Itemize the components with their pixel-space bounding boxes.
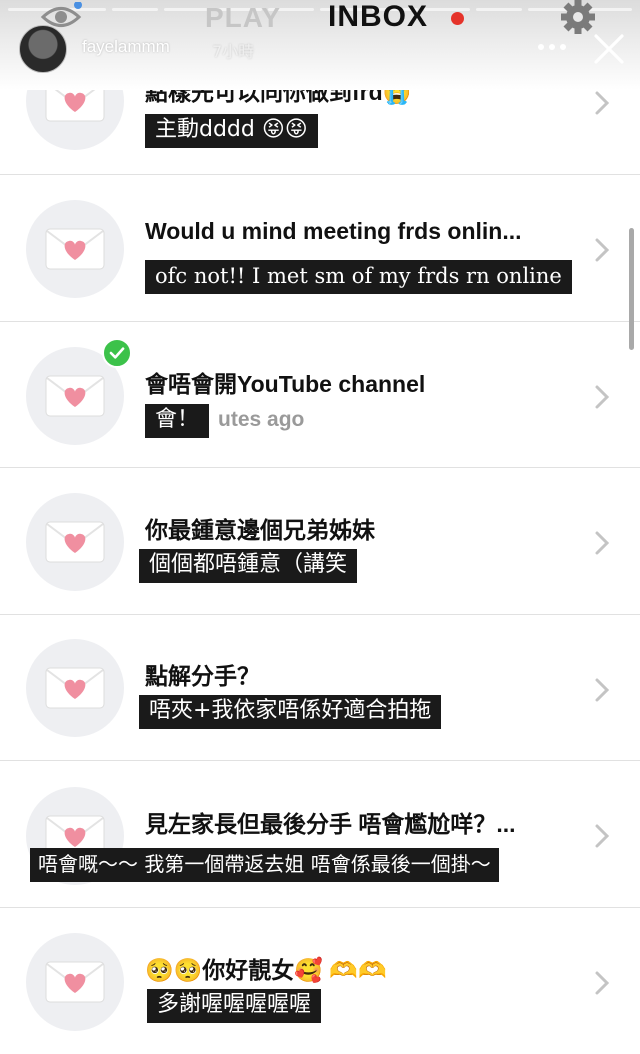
envelope-avatar <box>26 933 124 1031</box>
envelope-avatar <box>26 639 124 737</box>
inbox-item[interactable]: Would u mind meeting frds onlin... ofc n… <box>0 175 640 321</box>
envelope-heart-icon <box>45 521 105 563</box>
tab-inbox[interactable]: INBOX <box>328 0 428 34</box>
envelope-avatar <box>26 493 124 591</box>
check-icon <box>102 338 132 368</box>
question-text: 見左家長但最後分手 唔會尷尬咩？... <box>145 811 516 837</box>
story-progress-bar <box>8 8 632 12</box>
more-icon[interactable] <box>536 40 568 54</box>
answer-text: 個個都唔鍾意（講笑 <box>139 549 358 583</box>
answer-text: 唔夾+我依家唔係好適合拍拖 <box>139 695 442 729</box>
question-text: Would u mind meeting frds onlin... <box>145 218 522 244</box>
answer-text: 唔會嘅～～ 我第一個帶返去姐 唔會係最後一個掛～ <box>30 848 499 882</box>
chevron-right-icon <box>595 971 610 995</box>
envelope-heart-icon <box>45 228 105 270</box>
inbox-item[interactable]: 點解分手？ 唔夾+我依家唔係好適合拍拖 <box>0 615 640 761</box>
chevron-right-icon <box>595 531 610 555</box>
question-text: 你最鍾意邊個兄弟姊妹 <box>145 517 375 543</box>
question-text: 🥺🥺你好靚女🥰 🫶🫶 <box>145 957 387 983</box>
inbox-item[interactable]: 你最鍾意邊個兄弟姊妹 個個都唔鍾意（講笑 <box>0 468 640 614</box>
chevron-right-icon <box>595 238 610 262</box>
answer-text: 會！ <box>145 404 210 438</box>
envelope-avatar <box>26 200 124 298</box>
answer-text: 主動dddd 😝😝 <box>145 114 318 148</box>
chevron-right-icon <box>595 824 610 848</box>
story-header: PLAY INBOX fayelammm 7小時 <box>0 0 640 90</box>
notification-dot <box>451 12 464 25</box>
post-time: 7小時 <box>212 42 255 61</box>
chevron-right-icon <box>595 385 610 409</box>
inbox-item[interactable]: 🥺🥺你好靚女🥰 🫶🫶 多謝喔喔喔喔喔 <box>0 908 640 1054</box>
inbox-item[interactable]: 見左家長但最後分手 唔會尷尬咩？... 唔會嘅～～ 我第一個帶返去姐 唔會係最後… <box>0 761 640 907</box>
inbox-item[interactable]: 會唔會開YouTube channel 會！ utes ago <box>0 322 640 468</box>
answer-text: 多謝喔喔喔喔喔 <box>147 989 322 1023</box>
time-ago-text: utes ago <box>218 408 305 431</box>
envelope-heart-icon <box>45 961 105 1003</box>
avatar[interactable] <box>19 25 67 73</box>
tab-play[interactable]: PLAY <box>205 2 281 34</box>
question-text: 點解分手？ <box>145 663 260 689</box>
answer-text: ofc not!! I met sm of my frds rn online <box>145 260 572 294</box>
question-text: 會唔會開YouTube channel <box>145 371 426 397</box>
scrollbar[interactable] <box>629 228 634 350</box>
username[interactable]: fayelammm <box>82 37 170 57</box>
envelope-heart-icon <box>45 375 105 417</box>
close-icon[interactable] <box>590 30 628 68</box>
envelope-heart-icon <box>45 667 105 709</box>
chevron-right-icon <box>595 91 610 115</box>
chevron-right-icon <box>595 678 610 702</box>
